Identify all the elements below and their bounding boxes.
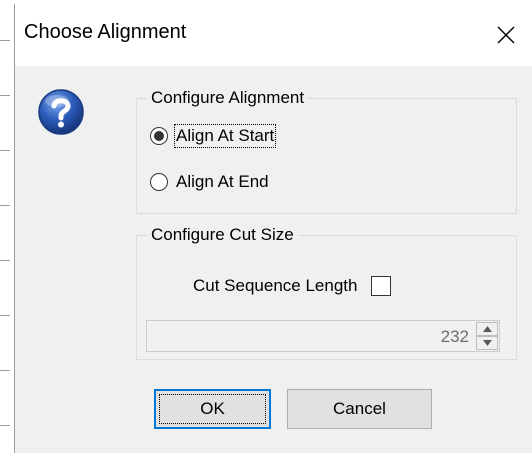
background-gridline — [0, 315, 10, 316]
ok-button[interactable]: OK — [154, 389, 271, 429]
background-gridline — [0, 95, 10, 96]
cancel-button-label: Cancel — [333, 399, 386, 418]
chevron-down-icon — [482, 340, 492, 346]
background-gridline — [0, 425, 10, 426]
cut-length-spinbox[interactable]: 232 — [146, 320, 500, 352]
spin-up-button[interactable] — [476, 322, 498, 336]
configure-alignment-group: Configure Alignment Align At Start Align… — [136, 88, 517, 214]
cut-sequence-length-checkbox[interactable] — [371, 276, 392, 296]
configure-cut-size-group: Configure Cut Size Cut Sequence Length 2… — [136, 225, 517, 360]
radio-unselected-indicator[interactable] — [150, 173, 168, 191]
dialog-title: Choose Alignment — [24, 21, 187, 43]
ok-button-label: OK — [200, 399, 225, 418]
radio-selected-indicator[interactable] — [150, 127, 168, 145]
background-gridline — [0, 370, 10, 371]
cut-sequence-length-label[interactable]: Cut Sequence Length — [193, 276, 357, 296]
background-gridline — [0, 205, 10, 206]
spin-buttons — [476, 322, 498, 350]
choose-alignment-dialog: Choose Alignment Configure Alignment Ali… — [14, 4, 532, 453]
background-gridline — [0, 40, 10, 41]
background-gridline — [0, 150, 10, 151]
chevron-up-icon — [482, 326, 492, 332]
align-at-start-label[interactable]: Align At Start — [173, 124, 277, 148]
align-at-end-radio[interactable]: Align At End — [150, 172, 269, 192]
configure-alignment-title: Configure Alignment — [147, 88, 309, 108]
spin-down-button[interactable] — [476, 336, 498, 350]
close-icon — [497, 26, 515, 44]
align-at-start-radio[interactable]: Align At Start — [150, 124, 277, 148]
radio-dot — [154, 131, 164, 141]
background-gridline — [0, 260, 10, 261]
cut-sequence-length-checkbox-row[interactable]: Cut Sequence Length — [193, 276, 392, 296]
close-button[interactable] — [480, 4, 532, 66]
question-icon — [38, 89, 84, 135]
title-bar[interactable]: Choose Alignment — [15, 4, 532, 66]
background-window-edge — [0, 0, 15, 453]
cut-length-value: 232 — [440, 327, 469, 346]
cancel-button[interactable]: Cancel — [287, 389, 432, 429]
configure-cut-size-title: Configure Cut Size — [147, 225, 298, 245]
align-at-end-label[interactable]: Align At End — [176, 172, 269, 192]
